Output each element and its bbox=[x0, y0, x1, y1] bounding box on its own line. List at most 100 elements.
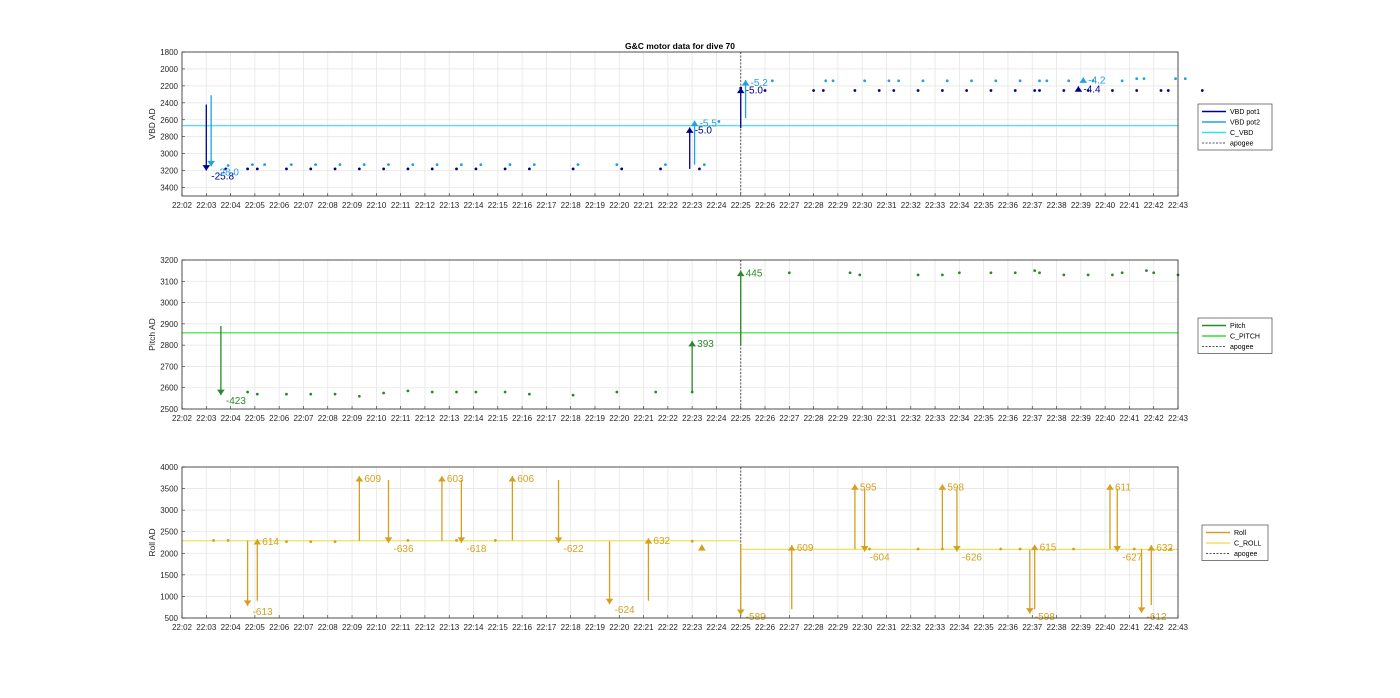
data-point bbox=[989, 89, 993, 92]
y-axis-label: Roll AD bbox=[147, 528, 157, 556]
x-tick-label: 22:06 bbox=[269, 623, 290, 632]
data-point bbox=[571, 167, 575, 171]
move-arrow-label: 615 bbox=[1040, 543, 1057, 554]
move-arrow-label: -598 bbox=[1035, 612, 1055, 623]
y-tick-label: 2700 bbox=[160, 362, 178, 371]
data-point bbox=[251, 163, 254, 167]
data-point bbox=[897, 79, 901, 83]
x-tick-label: 22:30 bbox=[852, 414, 873, 423]
x-tick-label: 22:26 bbox=[755, 623, 776, 632]
legend-entry: C_ROLL bbox=[1234, 541, 1261, 548]
legend-entry: Roll bbox=[1234, 530, 1247, 537]
data-point bbox=[717, 120, 721, 123]
data-point bbox=[309, 540, 313, 544]
move-arrow-label: -5.2 bbox=[751, 78, 769, 89]
data-point bbox=[787, 271, 791, 275]
x-tick-label: 22:28 bbox=[804, 623, 825, 632]
data-point bbox=[1132, 547, 1136, 551]
x-tick-label: 22:21 bbox=[634, 414, 655, 423]
y-tick-label: 2000 bbox=[160, 65, 178, 74]
legend-entry: C_VBD bbox=[1230, 130, 1253, 137]
plot-area bbox=[182, 52, 1178, 196]
data-point bbox=[532, 163, 536, 167]
x-tick-label: 22:36 bbox=[998, 623, 1019, 632]
x-tick-label: 22:03 bbox=[196, 623, 217, 632]
y-tick-label: 2400 bbox=[160, 99, 178, 108]
move-arrow-label: -589 bbox=[746, 612, 766, 623]
data-point bbox=[455, 538, 458, 542]
data-point bbox=[1183, 77, 1187, 81]
x-tick-label: 22:31 bbox=[876, 201, 897, 210]
x-tick-label: 22:32 bbox=[901, 414, 922, 423]
data-point bbox=[212, 538, 215, 542]
x-tick-label: 22:37 bbox=[1022, 623, 1043, 632]
move-arrow-label: -612 bbox=[1147, 612, 1167, 623]
x-tick-label: 22:18 bbox=[561, 201, 582, 210]
y-tick-label: 2200 bbox=[160, 82, 178, 91]
data-point bbox=[1013, 89, 1017, 92]
data-point bbox=[921, 79, 925, 83]
x-tick-label: 22:15 bbox=[488, 414, 509, 423]
data-point bbox=[382, 167, 386, 171]
x-tick-label: 22:21 bbox=[634, 623, 655, 632]
x-tick-label: 22:41 bbox=[1119, 414, 1140, 423]
x-tick-label: 22:23 bbox=[682, 623, 703, 632]
move-arrow-label: -626 bbox=[962, 553, 982, 564]
data-point bbox=[362, 163, 366, 167]
y-tick-label: 2500 bbox=[160, 528, 178, 537]
move-arrow-label: 598 bbox=[947, 482, 964, 493]
data-point bbox=[406, 538, 410, 542]
move-arrow-label: 632 bbox=[653, 536, 670, 547]
data-point bbox=[1111, 89, 1114, 92]
data-point bbox=[831, 79, 835, 83]
move-arrow-label: 632 bbox=[1156, 543, 1173, 554]
x-tick-label: 22:08 bbox=[318, 201, 339, 210]
x-tick-label: 22:34 bbox=[949, 201, 970, 210]
x-tick-label: 22:26 bbox=[755, 201, 776, 210]
x-tick-label: 22:12 bbox=[415, 201, 436, 210]
x-tick-label: 22:10 bbox=[366, 201, 387, 210]
data-point bbox=[1159, 89, 1163, 92]
x-tick-label: 22:34 bbox=[949, 623, 970, 632]
data-point bbox=[1145, 269, 1148, 273]
x-tick-label: 22:13 bbox=[439, 201, 460, 210]
x-tick-label: 22:33 bbox=[925, 623, 946, 632]
data-point bbox=[1135, 89, 1139, 92]
x-tick-label: 22:10 bbox=[366, 623, 387, 632]
data-point bbox=[357, 394, 361, 398]
data-point bbox=[1033, 269, 1037, 273]
data-point bbox=[1120, 79, 1124, 83]
x-tick-label: 22:38 bbox=[1047, 623, 1068, 632]
x-tick-label: 22:17 bbox=[536, 414, 557, 423]
data-point bbox=[338, 163, 342, 167]
move-arrow-label: 614 bbox=[262, 537, 279, 548]
data-point bbox=[1045, 79, 1049, 83]
figure-window: G&C motor data for dive 70 22:02 22:03 22:… bbox=[0, 0, 1400, 693]
x-tick-label: 22:19 bbox=[585, 414, 606, 423]
data-point bbox=[770, 79, 774, 83]
data-point bbox=[1033, 89, 1037, 92]
data-point bbox=[940, 89, 944, 92]
x-tick-label: 22:09 bbox=[342, 414, 363, 423]
x-tick-label: 22:36 bbox=[998, 414, 1019, 423]
x-tick-label: 22:32 bbox=[901, 201, 922, 210]
legend: VBD pot1 VBD pot2 C_VBDapogee bbox=[1197, 103, 1273, 151]
x-tick-label: 22:39 bbox=[1071, 623, 1092, 632]
x-tick-label: 22:09 bbox=[342, 201, 363, 210]
x-tick-label: 22:28 bbox=[804, 201, 825, 210]
data-point bbox=[246, 167, 249, 171]
x-tick-label: 22:18 bbox=[561, 623, 582, 632]
move-arrow-label: 445 bbox=[746, 269, 763, 280]
y-tick-label: 2600 bbox=[160, 384, 178, 393]
data-point bbox=[763, 89, 767, 92]
x-tick-label: 22:25 bbox=[731, 414, 752, 423]
data-point bbox=[508, 163, 512, 167]
data-point bbox=[824, 79, 828, 83]
data-point bbox=[255, 167, 259, 171]
plot-area bbox=[182, 467, 1178, 618]
move-arrow-label: -613 bbox=[253, 607, 273, 618]
data-point bbox=[1166, 89, 1170, 92]
x-tick-label: 22:02 bbox=[172, 201, 193, 210]
x-tick-label: 22:12 bbox=[415, 623, 436, 632]
move-arrow-label: -4.2 bbox=[1088, 75, 1106, 86]
